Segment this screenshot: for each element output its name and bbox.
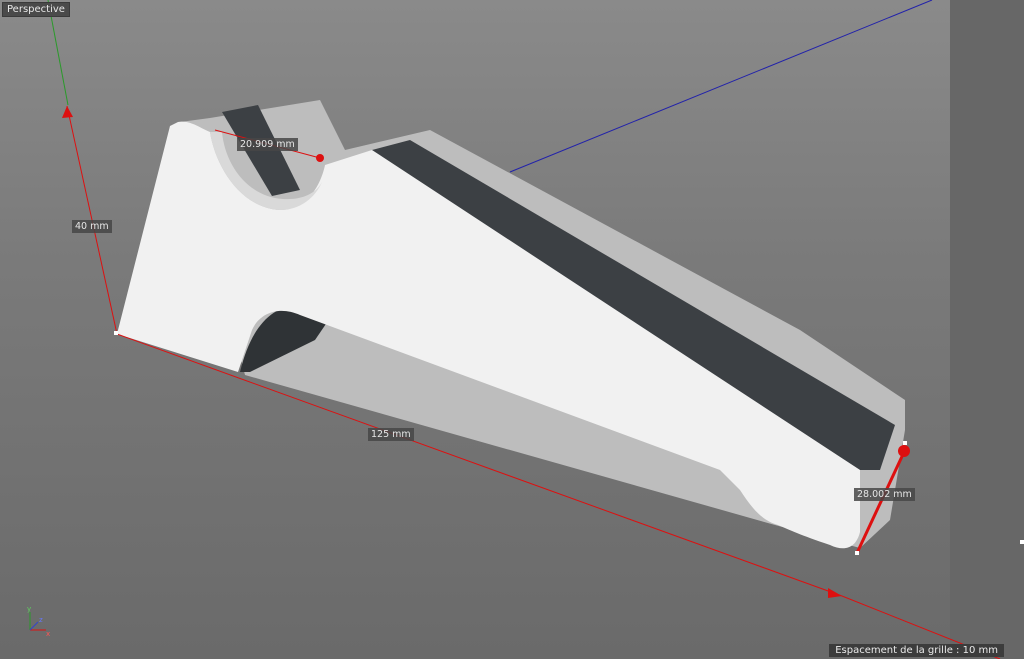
viewport-side-strip	[950, 0, 1024, 659]
dimension-label-length[interactable]: 125 mm	[368, 428, 414, 441]
gizmo-z-label: z	[39, 616, 43, 624]
dimension-anchor-point	[1020, 540, 1024, 544]
part-model[interactable]	[117, 100, 905, 549]
dimension-label-height[interactable]: 40 mm	[72, 220, 112, 233]
dimension-anchor-point	[903, 441, 907, 445]
grid-spacing-status: Espacement de la grille : 10 mm	[829, 644, 1004, 657]
dimension-arrow-height	[62, 106, 73, 118]
dimension-anchor-point	[114, 331, 118, 335]
end-width-handle[interactable]	[898, 445, 910, 457]
gizmo-z-axis	[29, 621, 39, 631]
dimension-arrow-length	[828, 588, 842, 598]
radius-handle[interactable]	[316, 154, 324, 162]
axis-gizmo: y z x	[27, 605, 50, 638]
3d-viewport[interactable]: y z x Perspective 40 mm 125 mm 20.909 mm…	[0, 0, 1024, 659]
dimension-label-radius[interactable]: 20.909 mm	[237, 138, 298, 151]
dimension-label-end-width[interactable]: 28.002 mm	[854, 488, 915, 501]
gizmo-x-label: x	[46, 630, 50, 638]
dimension-anchor-point	[855, 551, 859, 555]
view-name-label[interactable]: Perspective	[2, 2, 70, 17]
model-scene[interactable]: y z x	[0, 0, 1024, 659]
gizmo-y-label: y	[27, 605, 31, 613]
z-axis-line	[509, 0, 933, 173]
